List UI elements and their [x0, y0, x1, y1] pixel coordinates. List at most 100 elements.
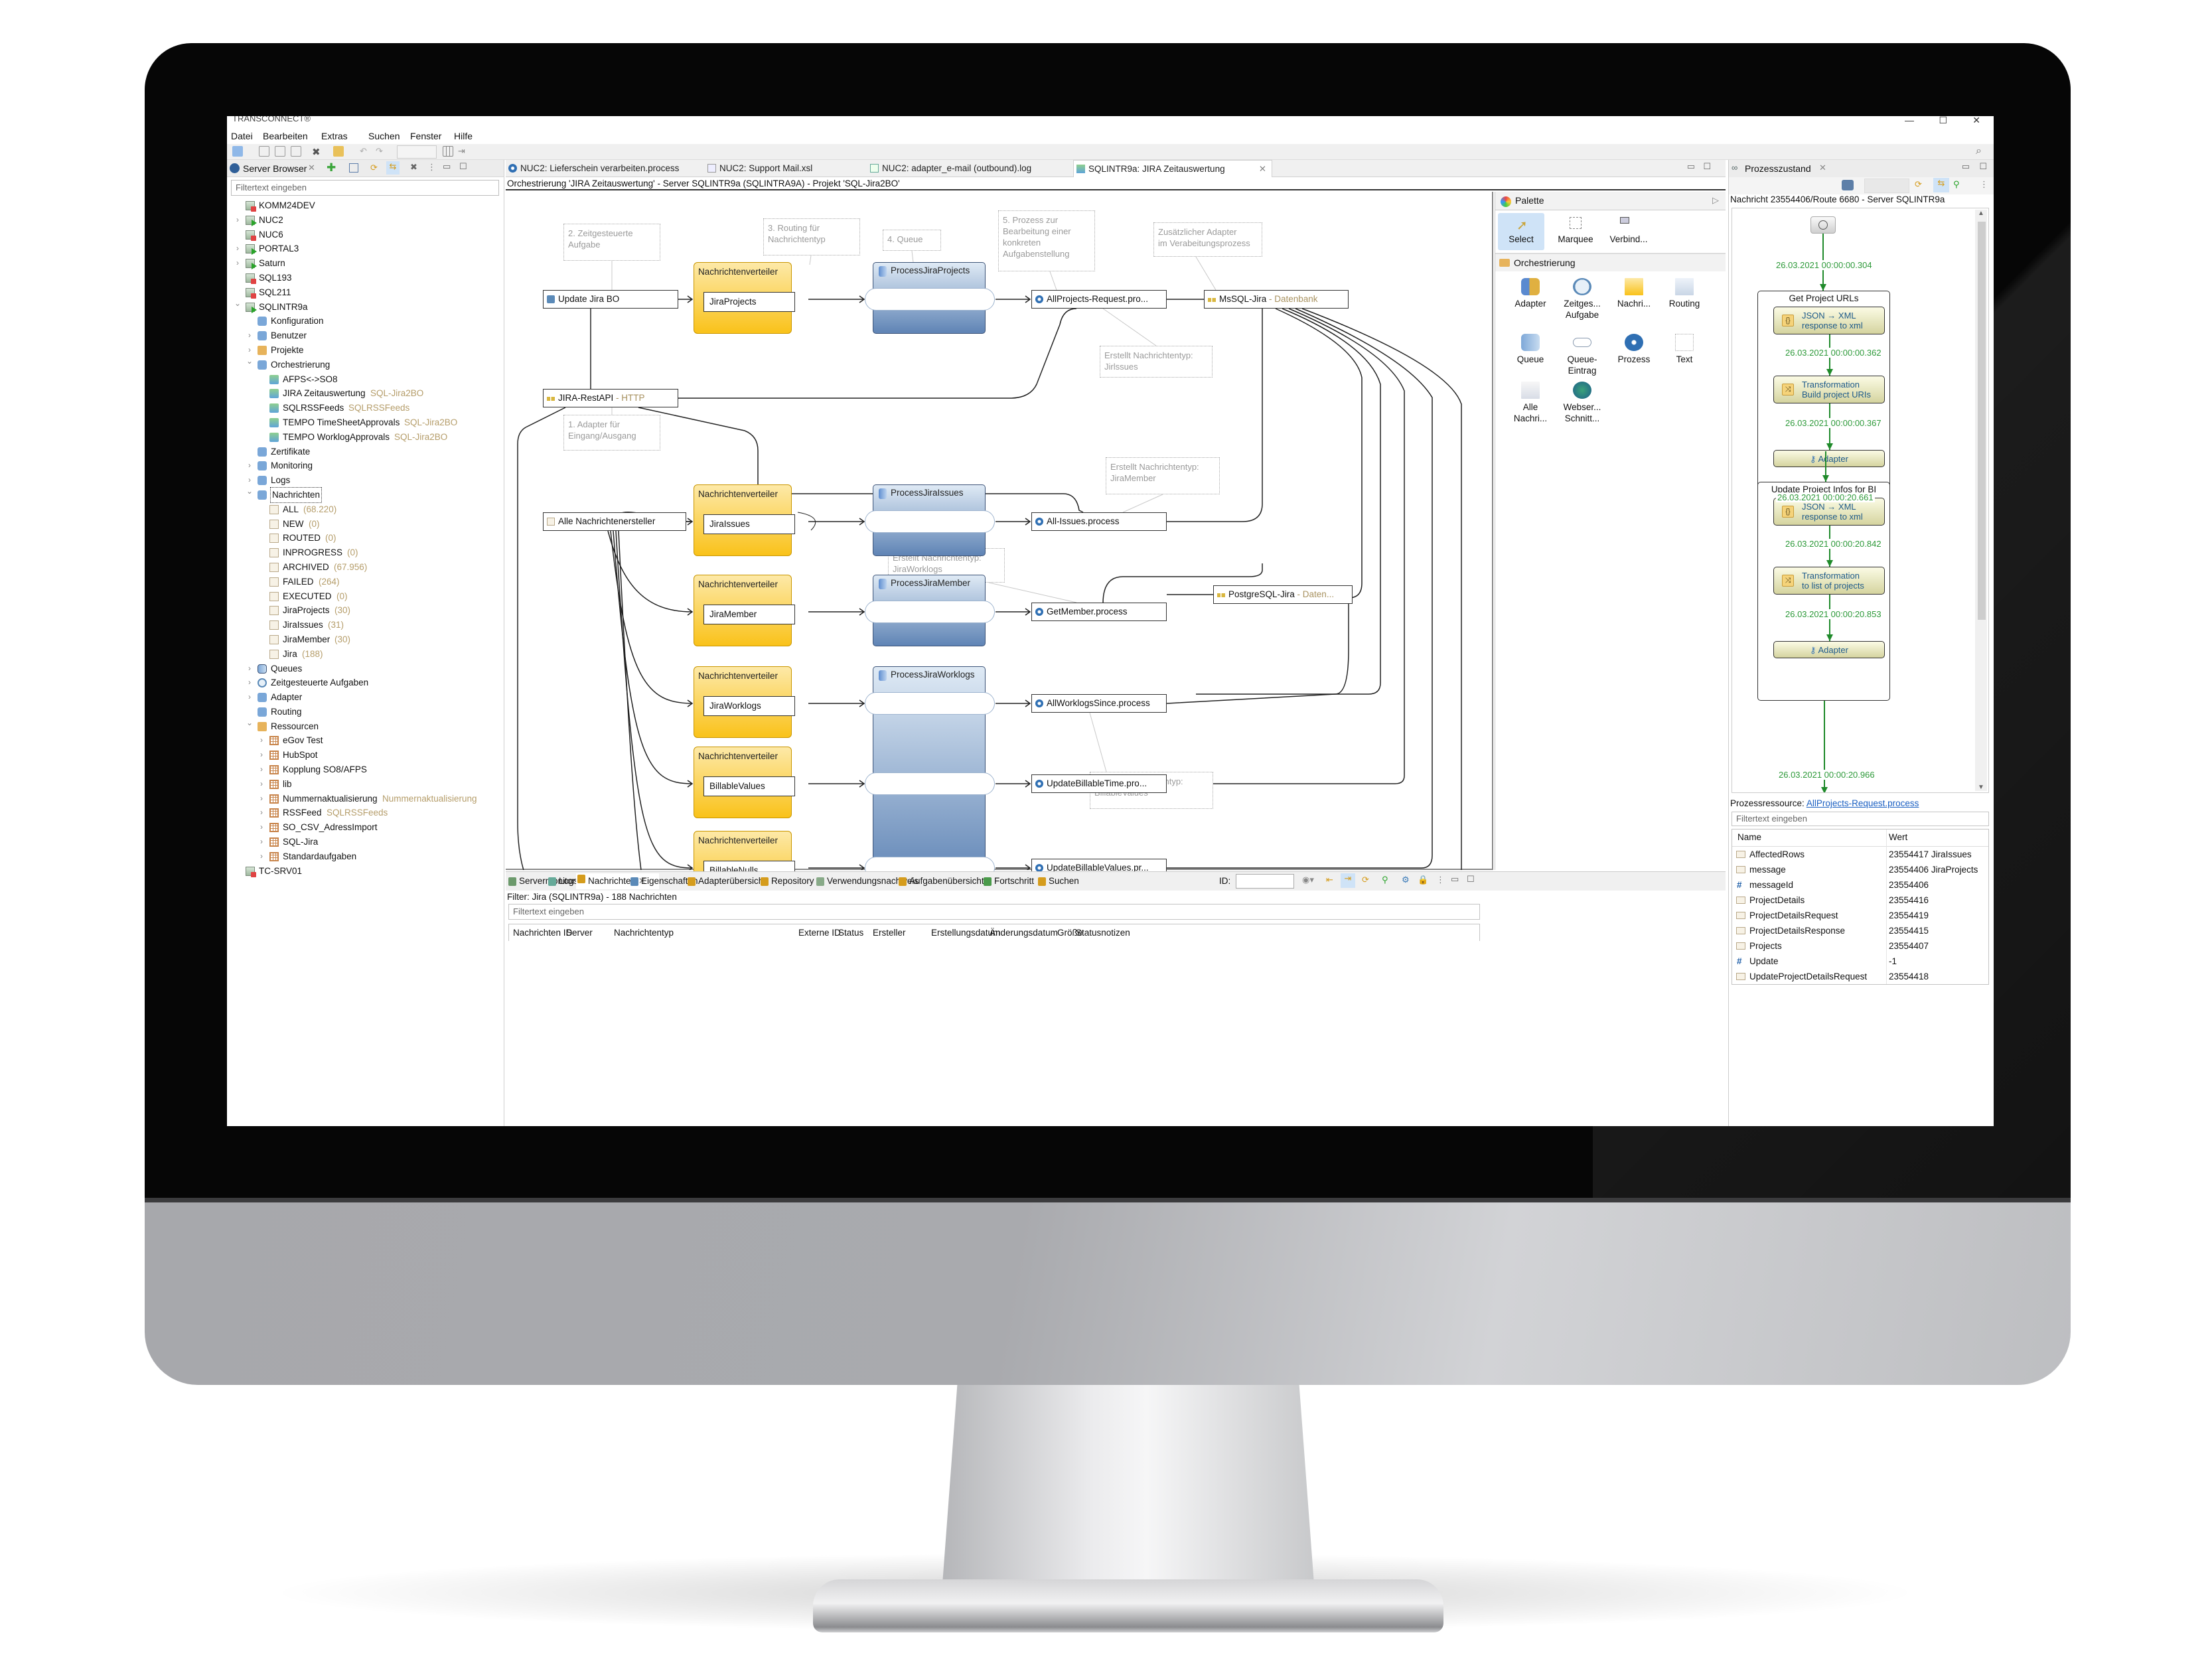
chevron-right-icon[interactable]: › — [258, 748, 265, 762]
route-label[interactable]: BillableValues — [703, 776, 795, 796]
variable-row[interactable]: ProjectDetails 23554416 — [1732, 893, 1988, 908]
adapter-mssql-jira[interactable]: MsSQL-Jira - Datenbank — [1204, 290, 1349, 309]
process-0[interactable]: AllProjects-Request.pro... — [1031, 290, 1167, 309]
palette-item-4[interactable]: Queue — [1505, 334, 1556, 365]
tree-item[interactable]: › Zeitgesteuerte Aufgaben — [227, 676, 504, 690]
chevron-right-icon[interactable]: › — [258, 792, 265, 806]
chevron-down-icon[interactable]: ⌄ — [234, 297, 242, 311]
tree-item[interactable]: › Nummernaktualisierung Nummernaktualisier… — [227, 792, 504, 806]
tree-item[interactable]: Konfiguration — [227, 314, 504, 328]
tool-connection[interactable]: Verbind... — [1605, 213, 1652, 250]
chevron-down-icon[interactable]: ⌄ — [246, 354, 254, 369]
tree-item[interactable]: ⌄ Orchestrierung — [227, 356, 504, 372]
tree-item[interactable]: Routing — [227, 705, 504, 719]
route-label[interactable]: JiraIssues — [703, 514, 795, 534]
note-jiramember[interactable]: Erstellt Nachrichtentyp: JiraMember — [1106, 457, 1220, 494]
resource-link[interactable]: AllProjects-Request.process — [1806, 798, 1919, 808]
palette-section-orchestrierung[interactable]: Orchestrierung — [1495, 254, 1726, 271]
variable-row[interactable]: message 23554406 JiraProjects — [1732, 862, 1988, 877]
remove-icon[interactable]: ✖ — [410, 162, 417, 173]
pin-icon[interactable]: ⚲ — [1382, 875, 1388, 885]
tab-suchen[interactable]: Suchen — [1037, 876, 1079, 886]
route-label[interactable]: JiraProjects — [703, 292, 795, 312]
process-step-adapter[interactable]: ⚷ Adapter — [1773, 450, 1885, 467]
tree-item[interactable]: TEMPO WorklogApprovals SQL-Jira2BO — [227, 430, 504, 445]
column-header[interactable]: Änderungsdatum — [990, 928, 1058, 938]
view-menu-icon[interactable]: ⋮ — [427, 162, 436, 173]
tree-item[interactable]: SQL211 — [227, 285, 504, 300]
next-icon[interactable]: ⇥ — [1341, 873, 1355, 888]
server-browser-tab[interactable]: Server Browser ✕ ✚ ⟳ ⇆ ✖ ⋮ ▭ ☐ — [227, 160, 504, 177]
tree-item[interactable]: › Benutzer — [227, 328, 504, 343]
menu-hilfe[interactable]: Hilfe — [454, 131, 473, 141]
queue-entry[interactable] — [865, 510, 995, 533]
chevron-right-icon[interactable]: › — [258, 777, 265, 792]
diagram-canvas[interactable]: 2. Zeitgesteuerte Aufgabe 3. Routing für… — [506, 192, 1493, 996]
tree-item[interactable]: INPROGRESS (0) — [227, 545, 504, 560]
tab-fortschritt[interactable]: Fortschritt — [982, 876, 1034, 886]
variable-row[interactable]: # Update -1 — [1732, 954, 1988, 969]
tree-item[interactable]: ⌄ Nachrichten — [227, 486, 504, 503]
tool-select[interactable]: ➚ Select — [1498, 213, 1544, 250]
tree-item[interactable]: › SO_CSV_AdressImport — [227, 820, 504, 835]
print-icon[interactable] — [291, 146, 301, 157]
palette-item-2[interactable]: Nachri... — [1608, 278, 1660, 309]
process-2[interactable]: GetMember.process — [1031, 603, 1167, 621]
note-adapter-eingang[interactable]: 1. Adapter für Eingang/Ausgang — [563, 415, 660, 451]
message-filter-input[interactable]: Filtertext eingeben — [508, 904, 1480, 920]
tab-logs[interactable]: Logs — [547, 876, 578, 886]
maximize-view-icon[interactable]: ☐ — [459, 161, 467, 172]
tree-item[interactable]: JiraIssues (31) — [227, 618, 504, 632]
tree-item[interactable]: EXECUTED (0) — [227, 589, 504, 604]
tree-item[interactable]: › Projekte — [227, 343, 504, 358]
chevron-right-icon[interactable]: › — [246, 459, 254, 473]
process-step-transform[interactable]: ⤨ Transformation Build project URIs — [1773, 376, 1885, 403]
queue-entry[interactable] — [865, 601, 995, 623]
tree-item[interactable]: SQL193 — [227, 271, 504, 285]
tree-item[interactable]: › lib — [227, 777, 504, 792]
tree-item[interactable]: › Monitoring — [227, 459, 504, 473]
palette-item-1[interactable]: Zeitges... Aufgabe — [1556, 278, 1608, 321]
queue-entry[interactable] — [865, 772, 995, 795]
deploy-icon[interactable] — [333, 146, 344, 157]
router-jiraworklogs[interactable]: Nachrichtenverteiler JiraWorklogs — [694, 666, 795, 738]
tree-item[interactable]: TC-SRV01 — [227, 864, 504, 879]
add-server-icon[interactable]: ✚ — [327, 161, 336, 175]
router-jiraprojects[interactable]: Nachrichtenverteiler JiraProjects — [694, 262, 795, 334]
column-header[interactable]: Ersteller — [873, 928, 906, 938]
tree-item[interactable]: TEMPO TimeSheetApprovals SQL-Jira2BO — [227, 415, 504, 430]
tree-item[interactable]: ⌄ Ressourcen — [227, 718, 504, 734]
tab-jira-zeitauswertung[interactable]: SQLINTR9a: JIRA Zeitauswertung ✕ — [1073, 160, 1272, 177]
close-tab-icon[interactable]: ✕ — [1259, 161, 1266, 178]
minimize-editor-icon[interactable]: ▭ — [1687, 161, 1695, 172]
run-icon[interactable]: ◉▾ — [1302, 875, 1314, 885]
view-menu-icon[interactable]: ⋮ — [1436, 875, 1445, 885]
variable-row[interactable]: UpdateProjectDetailsRequest 23554418 — [1732, 969, 1988, 984]
chevron-right-icon[interactable]: › — [234, 242, 242, 256]
collapse-all-icon[interactable] — [349, 163, 358, 173]
note-prozess[interactable]: 5. Prozess zur Bearbeitung einer konkret… — [998, 210, 1095, 271]
zoom-select[interactable] — [397, 145, 437, 159]
router-jiramember[interactable]: Nachrichtenverteiler JiraMember — [694, 575, 795, 646]
chevron-right-icon[interactable]: › — [246, 690, 254, 705]
tree-item[interactable]: › SQL-Jira — [227, 835, 504, 849]
link-editor-icon[interactable]: ⇆ — [386, 161, 400, 175]
chevron-right-icon[interactable]: › — [258, 820, 265, 835]
all-message-creators[interactable]: Alle Nachrichtenersteller — [543, 512, 686, 531]
palette-item-3[interactable]: Routing — [1659, 278, 1710, 309]
maximize-view-icon[interactable]: ☐ — [1467, 874, 1475, 885]
tool-marquee[interactable]: Marquee — [1552, 213, 1599, 250]
route-select[interactable] — [1864, 179, 1909, 193]
process-step-json[interactable]: {} JSON → XML response to xml — [1773, 307, 1885, 334]
menu-fenster[interactable]: Fenster — [410, 131, 441, 141]
menu-bearbeiten[interactable]: Bearbeiten — [263, 131, 308, 141]
tab-lieferschein[interactable]: NUC2: Lieferschein verarbeiten.process — [506, 160, 679, 177]
refresh-icon[interactable]: ⟳ — [370, 163, 378, 173]
router-billablevalues[interactable]: Nachrichtenverteiler BillableValues — [694, 747, 795, 818]
tab-repository[interactable]: Repository — [759, 876, 814, 886]
note-routing[interactable]: 3. Routing für Nachrichtentyp — [763, 218, 860, 255]
tree-item[interactable]: › Saturn — [227, 256, 504, 271]
maximize-view-icon[interactable]: ☐ — [1979, 161, 1987, 172]
menu-extras[interactable]: Extras — [321, 131, 348, 141]
menu-suchen[interactable]: Suchen — [368, 131, 400, 141]
